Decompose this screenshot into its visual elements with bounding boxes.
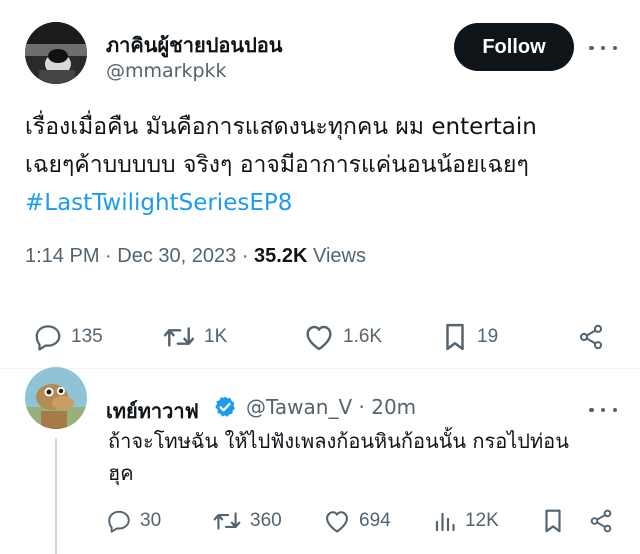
reply-icon <box>108 510 130 533</box>
retweet-button[interactable]: 1K <box>162 322 227 352</box>
share-icon <box>590 509 612 533</box>
retweet-count: 1K <box>204 326 228 347</box>
reply-bookmark-button[interactable] <box>541 508 565 534</box>
more-options-icon[interactable] <box>589 38 617 58</box>
tweet-meta: 1:14 PM · Dec 30, 2023 · 35.2K Views <box>25 245 366 267</box>
bookmark-count: 19 <box>477 326 499 347</box>
separator: · <box>358 395 365 419</box>
author-avatar[interactable] <box>25 22 87 84</box>
share-button[interactable] <box>577 322 605 352</box>
reply-retweet-count: 360 <box>250 510 282 531</box>
follow-button[interactable]: Follow <box>454 23 574 71</box>
reply-button[interactable]: 135 <box>33 322 103 352</box>
views-count: 35.2K <box>254 245 308 267</box>
bookmark-icon <box>545 509 561 533</box>
like-count: 1.6K <box>343 326 383 347</box>
heart-icon <box>306 325 332 351</box>
reply-count: 135 <box>71 326 103 347</box>
retweet-icon <box>213 512 241 530</box>
reply-views-button[interactable]: 12K <box>433 508 499 534</box>
reply-text-line: ถ้าจะโทษฉัน ให้ไปฟังเพลงก้อนหินก้อนนั้น … <box>108 429 569 453</box>
thread-line <box>55 438 57 554</box>
author-display-name[interactable]: ภาคินผู้ชายปอนปอน <box>106 29 282 61</box>
analytics-icon <box>435 512 455 532</box>
hashtag-link[interactable]: #LastTwilightSeriesEP8 <box>25 184 625 222</box>
heart-icon <box>326 511 348 533</box>
reply-display-name[interactable]: เทย์ทาวาฟ <box>106 395 199 427</box>
reply-like-button[interactable]: 694 <box>323 508 391 534</box>
reply-more-options-icon[interactable] <box>589 400 617 420</box>
reply-text-line: ฮุค <box>108 461 134 485</box>
reply-reply-count: 30 <box>140 510 162 531</box>
tweet-date[interactable]: Dec 30, 2023 <box>117 245 236 267</box>
like-button[interactable]: 1.6K <box>303 322 382 352</box>
reply-text: ถ้าจะโทษฉัน ให้ไปฟังเพลงก้อนหินก้อนนั้น … <box>108 425 628 489</box>
reply-icon <box>35 325 61 351</box>
tweet-time[interactable]: 1:14 PM <box>25 245 99 267</box>
reply-meta: @Tawan_V · 20m <box>246 395 416 419</box>
reply-time[interactable]: 20m <box>371 395 416 419</box>
divider <box>0 368 640 369</box>
verified-badge-icon <box>215 396 235 417</box>
tweet-text: เรื่องเมื่อคืน มันคือการแสดงนะทุกคน ผม e… <box>25 108 625 222</box>
reply-like-count: 694 <box>359 510 391 531</box>
tweet-text-line: เรื่องเมื่อคืน มันคือการแสดงนะทุกคน ผม e… <box>25 114 537 140</box>
share-icon <box>579 324 603 350</box>
author-handle[interactable]: @mmarkpkk <box>106 60 227 82</box>
bookmark-icon <box>446 323 464 351</box>
reply-handle[interactable]: @Tawan_V <box>246 395 352 419</box>
bookmark-button[interactable]: 19 <box>441 322 498 352</box>
retweet-icon <box>163 327 195 347</box>
reply-share-button[interactable] <box>588 508 614 534</box>
reply-author-avatar[interactable] <box>25 367 87 429</box>
tweet-text-line: เฉยๆค้าบบบบบ จริงๆ อาจมีอาการแค่นอนน้อยเ… <box>25 152 529 178</box>
views-label: Views <box>312 245 366 267</box>
reply-retweet-button[interactable]: 360 <box>212 508 282 534</box>
reply-reply-button[interactable]: 30 <box>106 508 161 534</box>
reply-views-count: 12K <box>465 510 499 531</box>
